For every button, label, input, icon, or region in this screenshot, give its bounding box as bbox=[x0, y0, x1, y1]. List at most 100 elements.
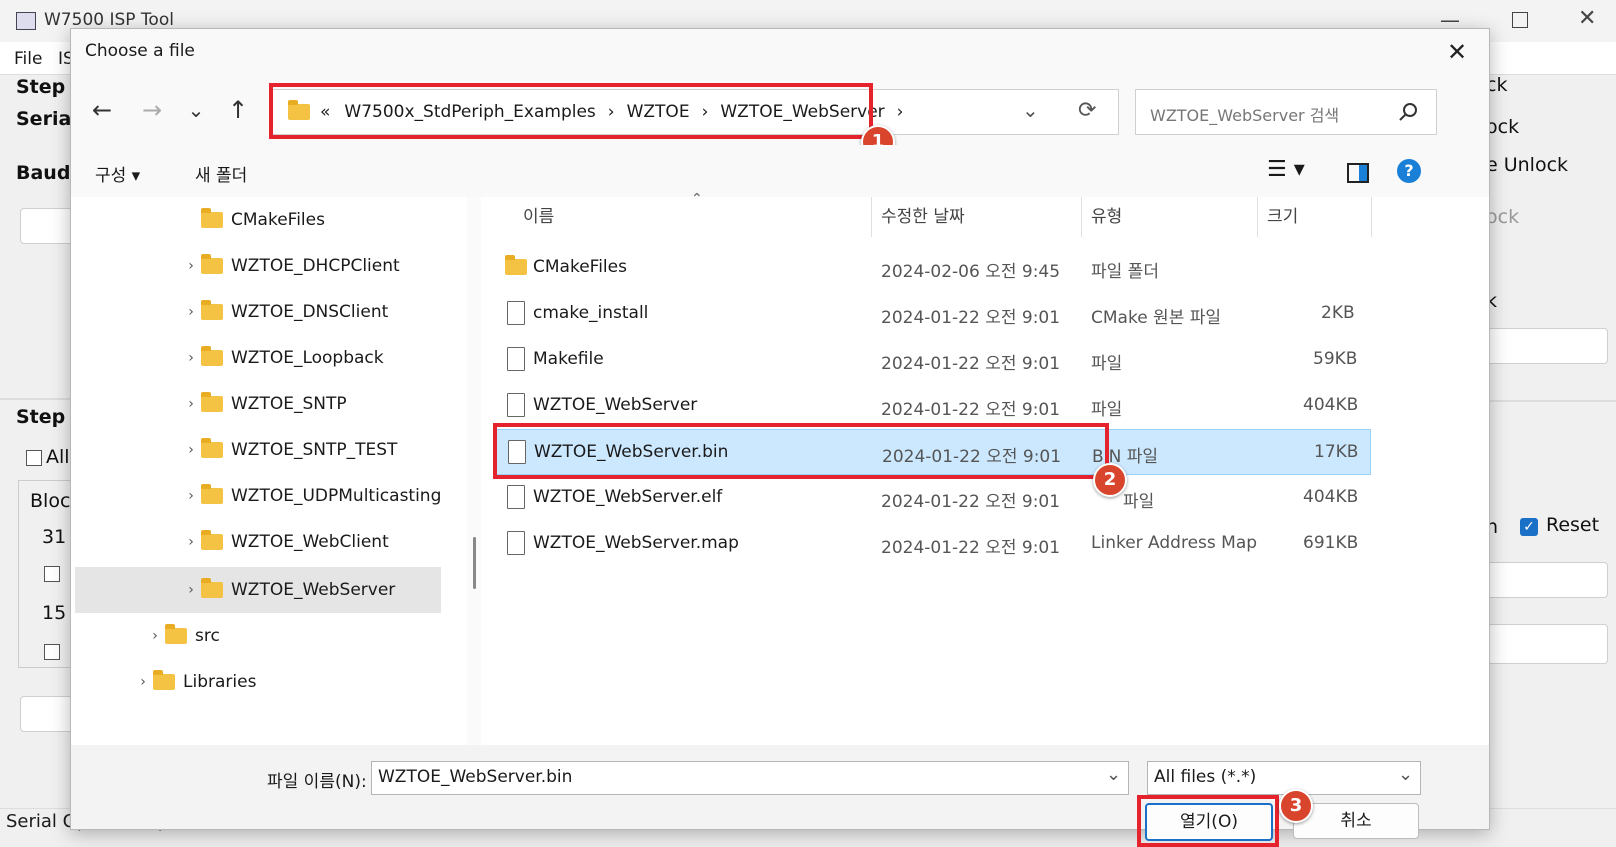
tree-scroll-thumb[interactable] bbox=[473, 537, 476, 589]
new-folder-button[interactable]: 새 폴더 bbox=[195, 161, 247, 186]
tree-item-webclient[interactable]: › WZTOE_WebClient bbox=[181, 519, 459, 565]
chevron-right-icon[interactable]: › bbox=[181, 442, 201, 458]
column-header-date[interactable]: 수정한 날짜 bbox=[881, 197, 965, 237]
column-separator[interactable] bbox=[1081, 197, 1082, 237]
dialog-footer: 파일 이름(N): WZTOE_WebServer.bin ⌄ All file… bbox=[71, 745, 1489, 847]
file-date: 2024-01-22 오전 9:01 bbox=[881, 492, 1061, 512]
chevron-down-icon[interactable]: ⌄ bbox=[1106, 764, 1121, 785]
serial-label: Serial bbox=[16, 108, 78, 130]
right-frag-3: e Unlock bbox=[1486, 154, 1569, 176]
file-type: 파일 bbox=[1123, 492, 1155, 512]
forward-arrow-icon[interactable]: → bbox=[137, 95, 167, 125]
tree-item-label: CMakeFiles bbox=[231, 210, 325, 230]
chevron-right-icon[interactable]: › bbox=[145, 628, 165, 644]
tree-item-udpmulticasting[interactable]: › WZTOE_UDPMulticasting bbox=[181, 473, 459, 519]
file-date: 2024-01-22 오전 9:01 bbox=[881, 400, 1061, 420]
tree-item-label: WZTOE_DHCPClient bbox=[231, 256, 400, 276]
filename-label: 파일 이름(N): bbox=[267, 772, 367, 792]
file-row-webserver-elf[interactable]: WZTOE_WebServer.elf 2024-01-22 오전 9:01 파… bbox=[495, 475, 1371, 521]
refresh-icon[interactable]: ⟳ bbox=[1078, 98, 1096, 123]
file-size: 404KB bbox=[1303, 487, 1359, 507]
maximize-icon[interactable] bbox=[1512, 12, 1528, 28]
chevron-right-icon[interactable]: › bbox=[181, 582, 201, 598]
baud-label: Baud bbox=[16, 162, 71, 184]
chevron-down-icon[interactable]: ⌄ bbox=[1398, 764, 1413, 785]
tree-item-dhcpclient[interactable]: › WZTOE_DHCPClient bbox=[181, 243, 459, 289]
dialog-title: Choose a file bbox=[85, 41, 195, 61]
block-15-checkbox[interactable] bbox=[44, 644, 60, 660]
tree-item-src[interactable]: › src bbox=[145, 613, 459, 659]
breadcrumb-sep-3: › bbox=[896, 102, 904, 122]
tree-item-dnsclient[interactable]: › WZTOE_DNSClient bbox=[181, 289, 459, 335]
chevron-right-icon[interactable]: › bbox=[181, 488, 201, 504]
column-header-size[interactable]: 크기 bbox=[1267, 197, 1298, 237]
up-arrow-icon[interactable]: ↑ bbox=[223, 95, 253, 125]
reset-checkbox[interactable]: ✓ bbox=[1520, 518, 1538, 536]
block-15-label: 15 bbox=[42, 602, 67, 624]
column-separator[interactable] bbox=[1257, 197, 1258, 237]
chevron-right-icon[interactable]: › bbox=[133, 674, 153, 690]
tree-item-webserver[interactable]: › WZTOE_WebServer bbox=[181, 567, 459, 613]
column-header-type[interactable]: 유형 bbox=[1091, 197, 1122, 237]
back-arrow-icon[interactable]: ← bbox=[87, 95, 117, 125]
folder-icon bbox=[201, 578, 223, 598]
chevron-right-icon[interactable]: › bbox=[181, 350, 201, 366]
folder-icon bbox=[153, 670, 175, 690]
reset-label: Reset bbox=[1546, 514, 1600, 536]
column-separator[interactable] bbox=[871, 197, 872, 237]
organize-menu[interactable]: 구성 ▾ bbox=[95, 161, 140, 186]
bg-field-5[interactable] bbox=[1480, 624, 1608, 664]
folder-icon bbox=[201, 208, 223, 228]
all-checkbox[interactable] bbox=[26, 450, 42, 466]
dialog-close-icon[interactable]: ✕ bbox=[1439, 35, 1475, 69]
app-close-icon[interactable]: ✕ bbox=[1578, 6, 1596, 31]
folder-icon bbox=[201, 438, 223, 458]
file-row-cmakefiles[interactable]: CMakeFiles 2024-02-06 오전 9:45 파일 폴더 bbox=[495, 245, 1371, 291]
folder-icon bbox=[201, 300, 223, 320]
tree-item-sntp[interactable]: › WZTOE_SNTP bbox=[181, 381, 459, 427]
filetype-select[interactable]: All files (*.*) ⌄ bbox=[1147, 761, 1421, 795]
tree-item-libraries[interactable]: › Libraries bbox=[133, 659, 459, 705]
bg-field-3[interactable] bbox=[1480, 328, 1608, 364]
filename-input[interactable]: WZTOE_WebServer.bin ⌄ bbox=[371, 761, 1129, 795]
file-date: 2024-01-22 오전 9:01 bbox=[881, 538, 1061, 558]
all-label: All bbox=[46, 446, 70, 468]
chevron-right-icon[interactable]: › bbox=[181, 396, 201, 412]
column-header-name[interactable]: 이름 bbox=[523, 197, 554, 237]
column-separator[interactable] bbox=[1371, 197, 1372, 237]
help-icon[interactable]: ? bbox=[1397, 159, 1421, 183]
file-row-makefile[interactable]: Makefile 2024-01-22 오전 9:01 파일 59KB bbox=[495, 337, 1371, 383]
file-type: 파일 bbox=[1091, 354, 1123, 374]
address-dropdown-icon[interactable]: ⌄ bbox=[1022, 98, 1039, 122]
recent-locations-icon[interactable]: ⌄ bbox=[181, 95, 211, 125]
search-icon[interactable] bbox=[1398, 102, 1418, 122]
chevron-right-icon[interactable]: › bbox=[181, 304, 201, 320]
block-31-checkbox[interactable] bbox=[44, 566, 60, 582]
view-options-icon[interactable]: ☰ ▾ bbox=[1267, 157, 1305, 182]
search-input[interactable]: WZTOE_WebServer 검색 bbox=[1150, 102, 1339, 126]
file-row-cmake-install[interactable]: cmake_install 2024-01-22 오전 9:01 CMake 원… bbox=[495, 291, 1371, 337]
file-dialog: Choose a file ✕ ← → ⌄ ↑ « W7500x_StdPeri… bbox=[70, 28, 1490, 847]
file-row-webserver-map[interactable]: WZTOE_WebServer.map 2024-01-22 오전 9:01 L… bbox=[495, 521, 1371, 567]
tree-item-label: src bbox=[195, 626, 220, 646]
file-date: 2024-02-06 오전 9:45 bbox=[881, 262, 1061, 282]
folder-icon bbox=[201, 484, 223, 504]
bg-field-4[interactable] bbox=[1480, 562, 1608, 598]
tree-item-label: WZTOE_SNTP_TEST bbox=[231, 440, 398, 460]
dialog-toolbar: 구성 ▾ 새 폴더 ☰ ▾ ? bbox=[71, 145, 1489, 197]
step-badge-3: 3 bbox=[1279, 789, 1313, 823]
search-box[interactable]: WZTOE_WebServer 검색 bbox=[1135, 89, 1437, 135]
tree-item-loopback[interactable]: › WZTOE_Loopback bbox=[181, 335, 459, 381]
menu-file[interactable]: File bbox=[14, 49, 42, 69]
folder-icon bbox=[201, 346, 223, 366]
file-name: WZTOE_WebServer.map bbox=[533, 533, 739, 553]
tree-item-sntp-test[interactable]: › WZTOE_SNTP_TEST bbox=[181, 427, 459, 473]
tree-scrollbar[interactable] bbox=[467, 197, 481, 745]
right-frag-4: ock bbox=[1486, 206, 1520, 228]
tree-item-cmakefiles[interactable]: CMakeFiles bbox=[181, 197, 459, 243]
file-type: CMake 원본 파일 bbox=[1091, 308, 1222, 328]
preview-pane-icon[interactable] bbox=[1347, 163, 1369, 183]
chevron-right-icon[interactable]: › bbox=[181, 258, 201, 274]
dialog-titlebar: Choose a file ✕ bbox=[71, 29, 1489, 75]
chevron-right-icon[interactable]: › bbox=[181, 534, 201, 550]
